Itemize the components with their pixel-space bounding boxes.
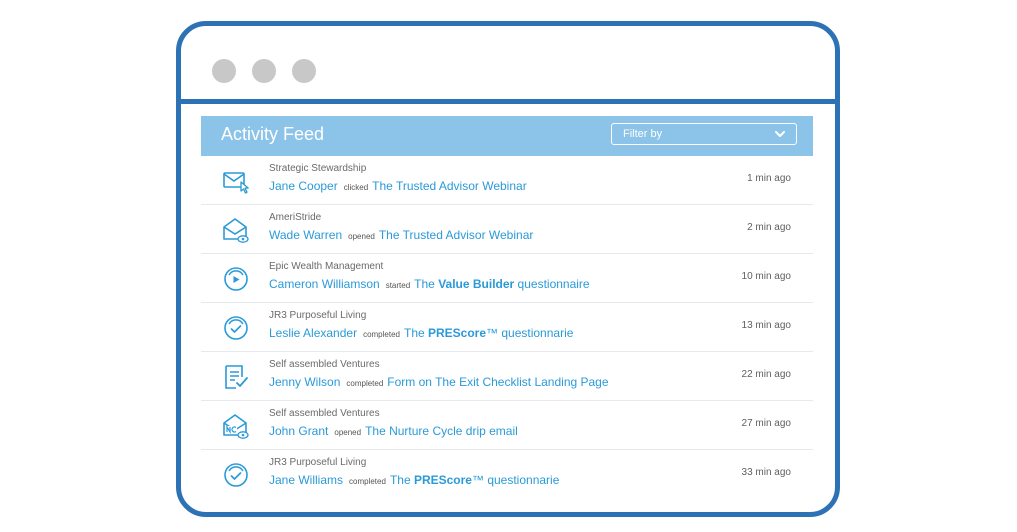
target-text: The (403, 326, 428, 340)
organization-name: Self assembled Ventures (269, 359, 380, 370)
activity-description: Wade Warren opened The Trusted Advisor Web… (269, 228, 533, 242)
form-complete-icon (221, 362, 251, 392)
target-text: The Nurture Cycle drip email (365, 424, 518, 438)
titlebar-divider (181, 99, 835, 104)
activity-feed-list: Strategic Stewardship Jane Cooper clicked… (201, 156, 813, 499)
target-bold-text: PREScore (413, 473, 472, 487)
activity-target-link[interactable]: The PREScore™ questionnarie (390, 473, 559, 487)
activity-action: completed (349, 477, 386, 486)
activity-action: opened (334, 428, 362, 437)
person-link[interactable]: Jane Williams (269, 473, 343, 487)
activity-target-link[interactable]: The Nurture Cycle drip email (365, 424, 518, 438)
filter-dropdown[interactable]: Filter by (611, 123, 797, 145)
person-link[interactable]: Jane Cooper (269, 179, 338, 193)
feed-item[interactable]: Self assembled Ventures Jenny Wilson comp… (201, 352, 813, 401)
filter-label: Filter by (623, 128, 663, 140)
target-text: ™ questionnarie (486, 326, 574, 340)
timestamp: 2 min ago (747, 222, 791, 233)
feed-item[interactable]: JR3 Purposeful Living Jane Williams compl… (201, 450, 813, 499)
organization-name: Self assembled Ventures (269, 408, 380, 419)
questionnaire-start-icon (221, 264, 251, 294)
person-link[interactable]: Cameron Williamson (269, 277, 380, 291)
timestamp: 27 min ago (741, 418, 791, 429)
activity-description: Jenny Wilson completed Form on The Exit Ch… (269, 375, 609, 389)
activity-action: completed (346, 379, 384, 388)
person-link[interactable]: Leslie Alexander (269, 326, 357, 340)
organization-name: AmeriStride (269, 212, 322, 223)
questionnaire-complete-icon (221, 460, 251, 490)
target-text: The (389, 473, 414, 487)
activity-action: clicked (343, 183, 369, 192)
timestamp: 1 min ago (747, 173, 791, 184)
activity-target-link[interactable]: Form on The Exit Checklist Landing Page (387, 375, 608, 389)
window-control-dot[interactable] (292, 59, 316, 83)
activity-description: Cameron Williamson started The Value Build… (269, 277, 590, 291)
activity-description: Jane Williams completed The PREScore™ ques… (269, 473, 559, 487)
chevron-down-icon (775, 131, 785, 137)
page-title: Activity Feed (221, 124, 325, 144)
activity-target-link[interactable]: The Value Builder questionnaire (414, 277, 589, 291)
activity-target-link[interactable]: The PREScore™ questionnarie (404, 326, 573, 340)
window-control-dot[interactable] (252, 59, 276, 83)
person-link[interactable]: John Grant (269, 424, 328, 438)
target-bold-text: Value Builder (438, 277, 515, 291)
activity-target-link[interactable]: The Trusted Advisor Webinar (372, 179, 527, 193)
questionnaire-complete-icon (221, 313, 251, 343)
target-text: ™ questionnarie (471, 473, 560, 487)
feed-item[interactable]: Self assembled Ventures John Grant opened… (201, 401, 813, 450)
email-open-icon (221, 215, 251, 245)
activity-action: opened (348, 232, 375, 241)
window-titlebar (181, 26, 835, 99)
activity-action: started (385, 281, 411, 290)
target-bold-text: PREScore (428, 326, 487, 340)
target-text: Form on The Exit Checklist Landing Page (387, 375, 609, 389)
organization-name: JR3 Purposeful Living (269, 310, 367, 321)
feed-item[interactable]: JR3 Purposeful Living Leslie Alexander co… (201, 303, 813, 352)
organization-name: Strategic Stewardship (269, 163, 367, 174)
target-text: The (414, 277, 439, 291)
timestamp: 13 min ago (741, 320, 791, 331)
person-link[interactable]: Jenny Wilson (269, 375, 340, 389)
activity-target-link[interactable]: The Trusted Advisor Webinar (379, 228, 534, 242)
activity-description: Leslie Alexander completed The PREScore™ q… (269, 326, 573, 340)
feed-item[interactable]: Epic Wealth Management Cameron Williamso… (201, 254, 813, 303)
activity-description: Jane Cooper clicked The Trusted Advisor We… (269, 179, 527, 193)
app-window: Activity Feed Filter by Strategic Stewar… (176, 21, 840, 517)
timestamp: 22 min ago (741, 369, 791, 380)
target-text: The Trusted Advisor Webinar (378, 228, 534, 242)
feed-item[interactable]: Strategic Stewardship Jane Cooper clicked… (201, 156, 813, 205)
target-text: The Trusted Advisor Webinar (372, 179, 527, 193)
window-control-dot[interactable] (212, 59, 236, 83)
email-click-icon (221, 166, 251, 196)
activity-action: completed (363, 330, 400, 339)
timestamp: 10 min ago (741, 271, 791, 282)
organization-name: JR3 Purposeful Living (269, 457, 367, 468)
feed-item[interactable]: AmeriStride Wade Warren opened The Trusted… (201, 205, 813, 254)
activity-feed-header: Activity Feed Filter by (201, 116, 813, 156)
activity-description: John Grant opened The Nurture Cycle drip e… (269, 424, 518, 438)
timestamp: 33 min ago (741, 467, 791, 478)
nurture-email-open-icon (221, 411, 251, 441)
person-link[interactable]: Wade Warren (269, 228, 342, 242)
organization-name: Epic Wealth Management (269, 261, 384, 272)
target-text: questionnaire (514, 277, 590, 291)
